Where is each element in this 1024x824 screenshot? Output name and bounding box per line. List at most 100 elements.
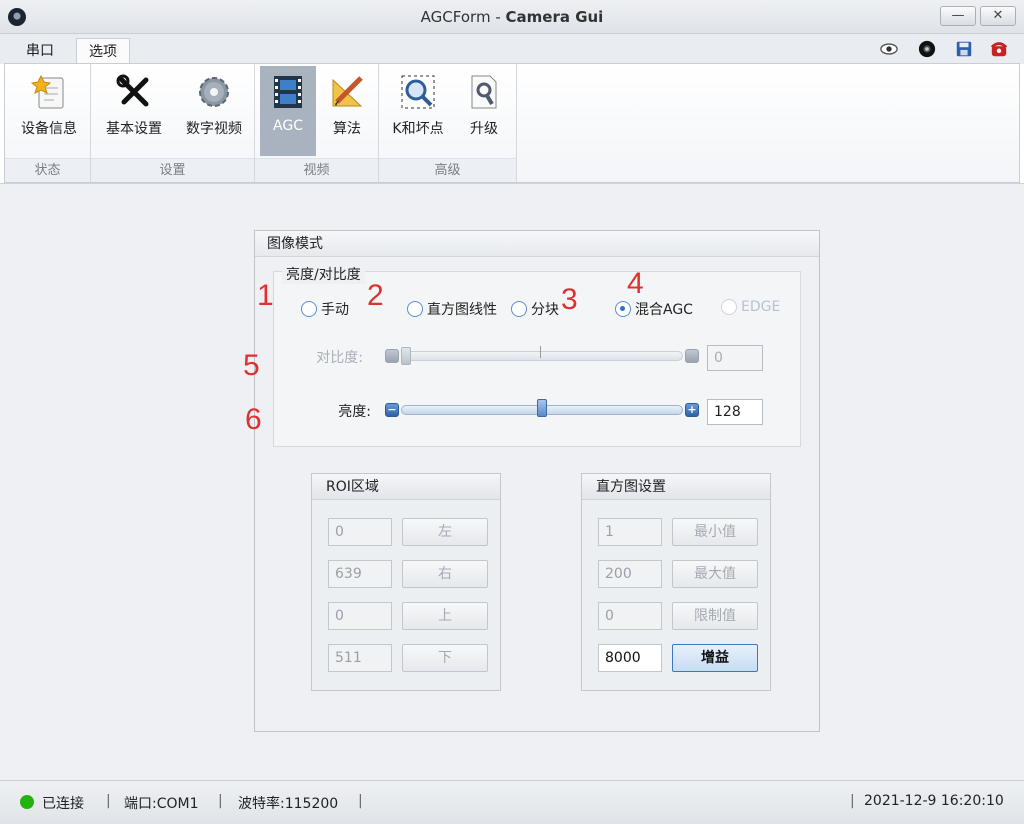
ribbon-group-video: AGC 算法 视频 [255, 64, 379, 182]
k-bad-pixel-label: K和坏点 [392, 121, 444, 137]
status-separator: | [218, 793, 223, 809]
tab-strip: 串口 选项 [0, 34, 1024, 64]
radio-edge-dot [721, 299, 737, 315]
minimize-button[interactable]: — [940, 6, 976, 26]
brightness-contrast-title: 亮度/对比度 [282, 264, 365, 284]
histogram-settings-panel: 直方图设置 1 最小值 200 最大值 0 限制值 8000 增益 [581, 473, 771, 691]
device-info-label: 设备信息 [21, 121, 77, 137]
radio-edge: EDGE [721, 299, 780, 315]
histogram-limit-field: 0 [598, 602, 662, 630]
status-separator: | [106, 793, 111, 809]
title-bar: AGCForm - Camera Gui — ✕ [0, 0, 1024, 34]
wrench-file-icon [464, 72, 504, 112]
status-separator: | [358, 793, 363, 809]
agc-label: AGC [273, 118, 303, 134]
k-bad-pixel-button[interactable]: K和坏点 [385, 66, 451, 156]
roi-panel: ROI区域 0 左 639 右 0 上 511 下 [311, 473, 501, 691]
agc-button[interactable]: AGC [260, 66, 316, 156]
annotation-4: 4 [627, 267, 644, 300]
film-icon [268, 72, 308, 112]
annotation-6: 6 [245, 403, 262, 436]
radio-block[interactable]: 分块 [511, 299, 559, 319]
contrast-value-field: 0 [707, 345, 763, 371]
port-status: 端口:COM1 [124, 796, 199, 812]
roi-top-button: 上 [402, 602, 488, 630]
radio-manual[interactable]: 手动 [301, 299, 349, 319]
radio-hybrid-agc[interactable]: 混合AGC [615, 299, 693, 319]
roi-right-button: 右 [402, 560, 488, 588]
radio-block-dot[interactable] [511, 301, 527, 317]
device-info-icon [29, 72, 69, 112]
contrast-center-tick [540, 346, 541, 358]
radio-manual-label: 手动 [321, 302, 349, 318]
contrast-slider-track [401, 351, 683, 361]
contrast-decrease-button [385, 349, 399, 363]
image-mode-panel: 图像模式 亮度/对比度 1 2 3 4 5 6 手动 直方图线性 分块 混合AG… [243, 230, 820, 732]
roi-title: ROI区域 [312, 474, 500, 500]
ribbon-group-advanced: K和坏点 升级 高级 [379, 64, 517, 182]
window-title-app: Camera Gui [505, 8, 604, 26]
brightness-slider-thumb[interactable] [537, 399, 547, 417]
eye-icon[interactable] [880, 40, 898, 58]
radio-hybrid-agc-label: 混合AGC [635, 302, 693, 318]
datetime-status: 2021-12-9 16:20:10 [864, 793, 1004, 809]
brightness-decrease-button[interactable]: − [385, 403, 399, 417]
histogram-gain-field[interactable]: 8000 [598, 644, 662, 672]
baud-status: 波特率:115200 [238, 796, 339, 812]
contrast-label: 对比度: [316, 350, 363, 366]
ribbon-group-label-advanced: 高级 [379, 158, 516, 182]
connection-status-led [20, 795, 34, 809]
ribbon-group-settings: 基本设置 数字视频 设置 [91, 64, 255, 182]
ribbon-group-label-status: 状态 [5, 158, 90, 182]
tab-serial[interactable]: 串口 [14, 38, 66, 64]
device-info-button[interactable]: 设备信息 [11, 66, 87, 156]
brightness-increase-button[interactable]: + [685, 403, 699, 417]
ribbon-group-label-settings: 设置 [91, 158, 254, 182]
camera-lens-icon[interactable] [918, 40, 936, 58]
main-area: 图像模式 亮度/对比度 1 2 3 4 5 6 手动 直方图线性 分块 混合AG… [0, 183, 1024, 780]
radio-hybrid-agc-dot[interactable] [615, 301, 631, 317]
upgrade-button[interactable]: 升级 [455, 66, 513, 156]
digital-video-label: 数字视频 [186, 121, 242, 137]
annotation-2: 2 [367, 279, 384, 312]
radio-edge-label: EDGE [741, 299, 781, 315]
roi-right-field: 639 [328, 560, 392, 588]
tab-options[interactable]: 选项 [76, 38, 130, 64]
radio-histogram-linear[interactable]: 直方图线性 [407, 299, 497, 319]
roi-left-field: 0 [328, 518, 392, 546]
save-icon[interactable] [955, 40, 973, 58]
disconnect-phone-icon[interactable] [990, 40, 1008, 58]
upgrade-label: 升级 [470, 121, 498, 137]
histogram-gain-button[interactable]: 增益 [672, 644, 758, 672]
ribbon-group-status: 设备信息 状态 [5, 64, 91, 182]
basic-settings-label: 基本设置 [106, 121, 162, 137]
roi-bottom-field: 511 [328, 644, 392, 672]
radio-manual-dot[interactable] [301, 301, 317, 317]
brightness-label: 亮度: [338, 404, 371, 420]
histogram-min-field: 1 [598, 518, 662, 546]
basic-settings-button[interactable]: 基本设置 [95, 66, 173, 156]
algorithm-button[interactable]: 算法 [319, 66, 375, 156]
status-separator: | [850, 793, 855, 809]
ribbon: 设备信息 状态 基本设置 数字视频 设置 AGC 算法 视频 K和坏点 升级 高… [4, 63, 1020, 183]
histogram-max-field: 200 [598, 560, 662, 588]
status-bar: 已连接 | 端口:COM1 | 波特率:115200 | | 2021-12-9… [0, 780, 1024, 824]
radio-histogram-linear-dot[interactable] [407, 301, 423, 317]
window-title: AGCForm - Camera Gui [0, 8, 1024, 26]
tools-icon [114, 72, 154, 112]
annotation-3: 3 [561, 283, 578, 316]
radio-block-label: 分块 [531, 302, 559, 318]
radio-histogram-linear-label: 直方图线性 [427, 302, 497, 318]
histogram-max-button: 最大值 [672, 560, 758, 588]
contrast-slider-thumb [401, 347, 411, 365]
roi-left-button: 左 [402, 518, 488, 546]
annotation-5: 5 [243, 349, 260, 382]
ribbon-group-label-video: 视频 [255, 158, 378, 182]
annotation-1: 1 [257, 279, 274, 312]
close-button[interactable]: ✕ [980, 6, 1016, 26]
digital-video-button[interactable]: 数字视频 [175, 66, 253, 156]
histogram-limit-button: 限制值 [672, 602, 758, 630]
roi-top-field: 0 [328, 602, 392, 630]
magnifier-icon [398, 72, 438, 112]
brightness-value-field[interactable]: 128 [707, 399, 763, 425]
